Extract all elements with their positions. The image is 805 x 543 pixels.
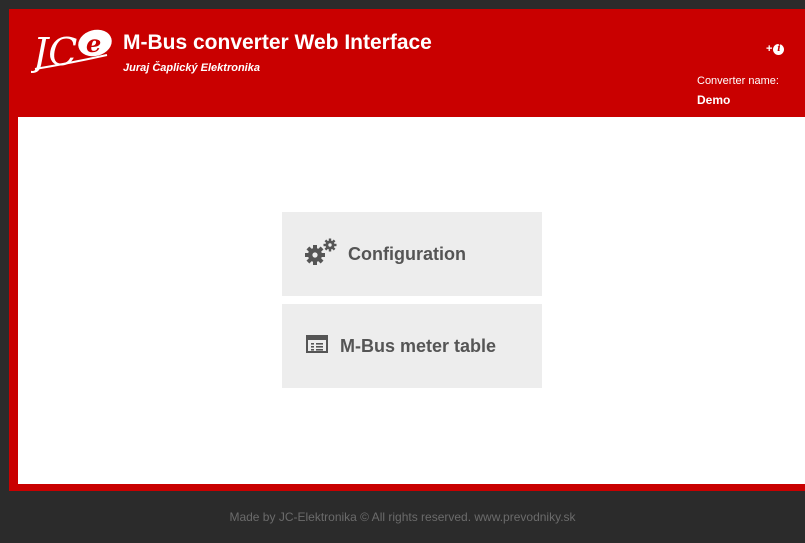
jce-logo: JC e <box>31 29 112 73</box>
converter-name-value: Demo <box>697 93 731 107</box>
plus-icon: + <box>766 43 773 55</box>
info-button[interactable]: + i <box>766 41 790 57</box>
app-frame: JC e M-Bus converter Web Interface Juraj… <box>9 9 805 491</box>
table-icon <box>306 334 328 358</box>
svg-text:e: e <box>86 29 101 58</box>
info-icon: i <box>773 43 785 55</box>
company-name: Juraj Čaplický Elektronika <box>123 62 260 74</box>
footer: Made by JC-Elektronika © All rights rese… <box>0 491 805 543</box>
header: JC e M-Bus converter Web Interface Juraj… <box>9 9 805 117</box>
app-title: M-Bus converter Web Interface <box>123 31 432 54</box>
main-content: Configuration M-Bus meter table <box>18 117 805 484</box>
configuration-label: Configuration <box>348 243 466 264</box>
footer-copyright: Made by JC-Elektronika © All rights rese… <box>229 510 576 524</box>
configuration-button[interactable]: Configuration <box>282 212 542 296</box>
converter-name-label: Converter name: <box>697 75 779 87</box>
meter-table-label: M-Bus meter table <box>340 335 497 356</box>
meter-table-button[interactable]: M-Bus meter table <box>282 304 542 388</box>
gears-icon <box>304 238 340 271</box>
